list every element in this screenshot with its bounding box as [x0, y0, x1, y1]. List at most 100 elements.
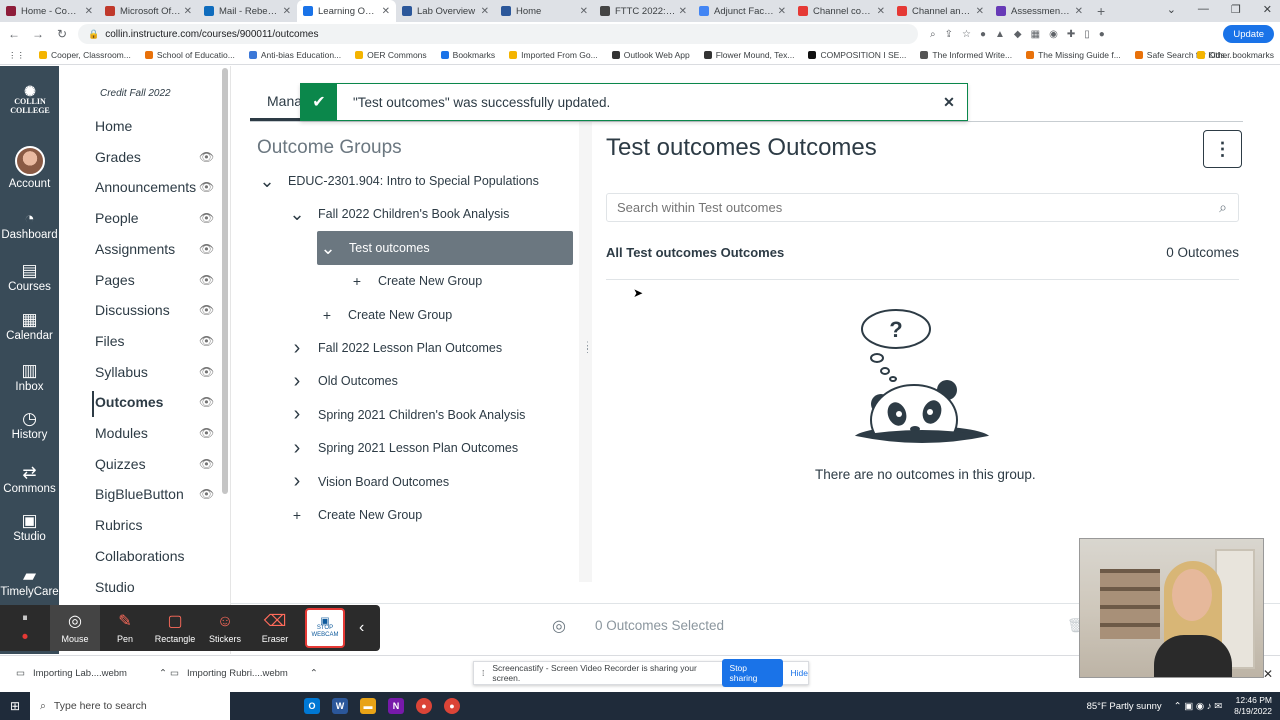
window-control-icon[interactable]: ❐ [1231, 3, 1241, 16]
outcome-group-item[interactable]: ⌄ Test outcomes [317, 230, 573, 265]
collapse-toolbar-icon[interactable]: ‹ [359, 619, 364, 637]
webcam-overlay[interactable] [1079, 538, 1264, 678]
extension-icon[interactable]: ◆ [1014, 29, 1022, 40]
bookmark-item[interactable]: School of Educatio... [144, 50, 235, 60]
close-tab-icon[interactable]: ✕ [580, 6, 588, 17]
close-icon[interactable]: ✕ [931, 94, 967, 111]
outcome-search[interactable]: ⌕ [606, 193, 1239, 222]
global-nav-calendar[interactable]: ▦ Calendar [0, 310, 59, 342]
course-nav-outcomes[interactable]: Outcomes [95, 394, 163, 410]
course-nav-modules[interactable]: Modules [95, 425, 148, 441]
close-tab-icon[interactable]: ✕ [1075, 6, 1083, 17]
profile-icon[interactable]: ● [1099, 29, 1105, 40]
course-nav-files[interactable]: Files [95, 333, 125, 349]
outlook-icon[interactable]: O [304, 698, 320, 714]
bookmark-item[interactable]: The Missing Guide f... [1026, 50, 1121, 60]
chevron-right-icon[interactable]: › [288, 437, 306, 460]
global-nav-account[interactable]: Account [0, 146, 59, 190]
outcome-group-item[interactable]: ⌄ Fall 2022 Children's Book Analysis [288, 201, 509, 227]
onenote-icon[interactable]: N [388, 698, 404, 714]
url-field[interactable]: 🔒 collin.instructure.com/courses/900011/… [78, 24, 918, 44]
course-nav-bigbluebutton[interactable]: BigBlueButton [95, 486, 184, 502]
browser-tab[interactable]: Channel conten ✕ [792, 0, 891, 22]
word-icon[interactable]: W [332, 698, 348, 714]
outcome-group-item[interactable]: › Vision Board Outcomes [288, 469, 449, 495]
course-nav-grades[interactable]: Grades [95, 149, 141, 165]
browser-tab[interactable]: Adjunct Faculty ✕ [693, 0, 792, 22]
screencastify-pen-tool[interactable]: ✎ Pen [100, 605, 150, 651]
chevron-up-icon[interactable]: ⌃ [159, 668, 167, 679]
global-nav-dashboard[interactable]: ◔ Dashboard [0, 209, 59, 241]
plus-icon[interactable]: + [288, 507, 306, 523]
plus-icon[interactable]: + [318, 307, 336, 323]
browser-tab[interactable]: Mail - Rebecca F✕ [198, 0, 297, 22]
browser-tab[interactable]: Channel analyti ✕ [891, 0, 990, 22]
course-nav-home[interactable]: Home [95, 118, 132, 134]
close-tab-icon[interactable]: ✕ [283, 6, 291, 17]
chevron-down-icon[interactable]: ⌄ [258, 172, 276, 190]
tray-icons[interactable]: ⌃ ▣ ◉ ♪ ✉ [1174, 701, 1223, 712]
global-nav-history[interactable]: ◷ History [0, 409, 59, 441]
extension-icon[interactable]: ▲ [995, 29, 1005, 40]
close-tab-icon[interactable]: ✕ [877, 6, 885, 17]
create-group-button[interactable]: + Create New Group [288, 502, 422, 528]
browser-tab[interactable]: Lab Overview ✕ [396, 0, 495, 22]
update-button[interactable]: Update [1223, 25, 1274, 43]
screencastify-mouse-tool[interactable]: ◎ Mouse [50, 605, 100, 651]
course-nav-pages[interactable]: Pages [95, 272, 135, 288]
search-input[interactable] [617, 200, 1208, 215]
group-menu-button[interactable]: ⋮ [1203, 130, 1242, 168]
course-nav-scrollbar[interactable] [222, 68, 228, 494]
file-explorer-icon[interactable]: ▬ [360, 698, 376, 714]
course-nav-discussions[interactable]: Discussions [95, 302, 170, 318]
plus-icon[interactable]: + [348, 273, 366, 289]
close-tab-icon[interactable]: ✕ [481, 6, 489, 17]
screencastify-stickers-tool[interactable]: ☺ Stickers [200, 605, 250, 651]
sidebar-icon[interactable]: ▯ [1084, 29, 1090, 40]
drag-handle-icon[interactable]: ⁞ [482, 668, 484, 678]
browser-tab[interactable]: Home ✕ [495, 0, 594, 22]
outcome-group-item[interactable]: › Fall 2022 Lesson Plan Outcomes [288, 335, 502, 361]
college-logo[interactable]: ✺ COLLIN COLLEGE [10, 86, 50, 116]
taskbar-search[interactable]: ⌕ Type here to search [30, 692, 230, 720]
extension-icon[interactable]: ● [980, 29, 986, 40]
window-control-icon[interactable]: ✕ [1263, 3, 1272, 16]
course-nav-assignments[interactable]: Assignments [95, 241, 175, 257]
close-tab-icon[interactable]: ✕ [184, 6, 192, 17]
chevron-down-icon[interactable]: ⌄ [288, 205, 306, 223]
other-bookmarks[interactable]: Other bookmarks [1196, 50, 1274, 60]
reload-icon[interactable]: ↻ [52, 27, 72, 41]
bookmark-item[interactable]: COMPOSITION I SE... [808, 50, 906, 60]
global-nav-courses[interactable]: ▤ Courses [0, 261, 59, 293]
screencastify-rectangle-tool[interactable]: ▢ Rectangle [150, 605, 200, 651]
course-nav-announcements[interactable]: Announcements [95, 179, 196, 195]
global-nav-inbox[interactable]: ▥ Inbox [0, 361, 59, 393]
download-item[interactable]: ▭ Importing Rubri....webm ⌃ [170, 668, 318, 679]
stop-webcam-button[interactable]: ▣ STOP WEBCAM [305, 608, 345, 648]
course-nav-syllabus[interactable]: Syllabus [95, 364, 148, 380]
create-group-button[interactable]: + Create New Group [318, 302, 452, 328]
chrome-icon[interactable]: ● [444, 698, 460, 714]
close-tab-icon[interactable]: ✕ [976, 6, 984, 17]
bookmark-item[interactable]: OER Commons [355, 50, 427, 60]
bookmark-item[interactable]: Bookmarks [440, 50, 495, 60]
bookmark-item[interactable]: Cooper, Classroom... [39, 50, 131, 60]
extension-icon[interactable]: ▦ [1031, 29, 1040, 40]
course-nav-people[interactable]: People [95, 210, 139, 226]
outcome-group-item[interactable]: ⌄ EDUC-2301.904: Intro to Special Populat… [258, 168, 538, 194]
window-control-icon[interactable]: ⌄ [1167, 3, 1176, 16]
download-item[interactable]: ▭ Importing Lab....webm ⌃ [16, 668, 167, 679]
close-tab-icon[interactable]: ✕ [778, 6, 786, 17]
chevron-right-icon[interactable]: › [288, 370, 306, 393]
create-group-button[interactable]: + Create New Group [348, 268, 482, 294]
close-tab-icon[interactable]: ✕ [382, 6, 390, 17]
browser-tab[interactable]: Home - Cougar ✕ [0, 0, 99, 22]
browser-tab[interactable]: Learning Outco ✕ [297, 0, 396, 22]
outcome-group-item[interactable]: › Spring 2021 Children's Book Analysis [288, 402, 526, 428]
star-icon[interactable]: ☆ [962, 29, 971, 40]
screencastify-eraser-tool[interactable]: ⌫ Eraser [250, 605, 300, 651]
clock[interactable]: 12:46 PM 8/19/2022 [1234, 695, 1272, 717]
outcome-group-item[interactable]: › Spring 2021 Lesson Plan Outcomes [288, 435, 518, 461]
chevron-right-icon[interactable]: › [288, 470, 306, 493]
stop-sharing-button[interactable]: Stop sharing [721, 659, 783, 687]
